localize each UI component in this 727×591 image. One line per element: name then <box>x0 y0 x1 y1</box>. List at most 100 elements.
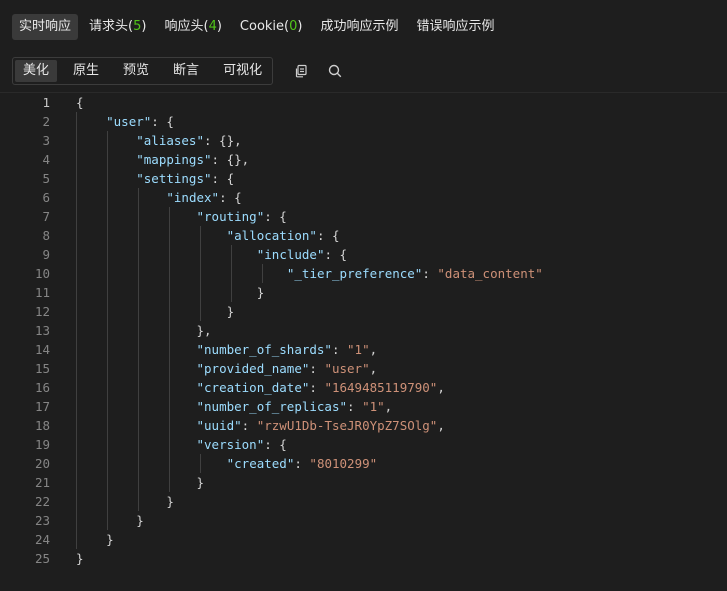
code-text: "creation_date": "1649485119790", <box>196 380 445 395</box>
code-line: 13 }, <box>0 321 727 340</box>
code-text: } <box>196 475 205 490</box>
tab-count: 4 <box>208 19 217 34</box>
tab-count: 0 <box>289 19 298 34</box>
line-number: 18 <box>34 418 50 433</box>
view-toolbar: 美化 原生 预览 断言 可视化 <box>12 57 345 85</box>
code-line: 7 "routing": { <box>0 207 727 226</box>
mode-raw[interactable]: 原生 <box>65 60 107 82</box>
code-text: "uuid": "rzwU1Db-TseJR0YpZ7SOlg", <box>196 418 445 433</box>
line-number: 25 <box>34 551 50 566</box>
code-text: } <box>256 285 265 300</box>
code-line: 8 "allocation": { <box>0 226 727 245</box>
line-number: 22 <box>34 494 50 509</box>
line-number: 12 <box>34 304 50 319</box>
tab-label: 成功响应示例 <box>320 19 399 34</box>
tab-cookie[interactable]: Cookie(0) <box>233 14 310 40</box>
tab-response-headers[interactable]: 响应头(4) <box>157 14 228 40</box>
response-tabs: 实时响应 请求头(5) 响应头(4) Cookie(0) 成功响应示例 错误响应… <box>12 14 502 40</box>
code-line: 18 "uuid": "rzwU1Db-TseJR0YpZ7SOlg", <box>0 416 727 435</box>
code-text: } <box>106 532 114 547</box>
mode-preview[interactable]: 预览 <box>115 60 157 82</box>
line-number: 24 <box>34 532 50 547</box>
code-text: } <box>136 513 144 528</box>
tab-request-headers[interactable]: 请求头(5) <box>82 14 153 40</box>
code-line: 16 "creation_date": "1649485119790", <box>0 378 727 397</box>
indent-guide <box>76 112 77 549</box>
code-line: 22 } <box>0 492 727 511</box>
code-text: } <box>76 551 84 566</box>
indent-guide <box>107 131 108 530</box>
line-number: 8 <box>42 228 50 243</box>
code-text: } <box>226 304 235 319</box>
tab-success-example[interactable]: 成功响应示例 <box>313 14 405 40</box>
code-line: 17 "number_of_replicas": "1", <box>0 397 727 416</box>
line-number: 19 <box>34 437 50 452</box>
code-text: "_tier_preference": "data_content" <box>286 266 543 281</box>
indent-guide <box>200 226 201 321</box>
code-line: 12 } <box>0 302 727 321</box>
tab-label: Cookie <box>239 19 285 34</box>
code-text: "number_of_replicas": "1", <box>196 399 393 414</box>
tab-label: 错误响应示例 <box>416 19 495 34</box>
tab-label: 实时响应 <box>19 19 72 34</box>
tab-label: 请求头 <box>89 19 129 34</box>
view-mode-group: 美化 原生 预览 断言 可视化 <box>12 57 274 85</box>
code-line: 23 } <box>0 511 727 530</box>
code-text: "created": "8010299" <box>226 456 378 471</box>
code-line: 6 "index": { <box>0 188 727 207</box>
code-line: 20 "created": "8010299" <box>0 454 727 473</box>
code-text: "number_of_shards": "1", <box>196 342 378 357</box>
mode-assert[interactable]: 断言 <box>165 60 207 82</box>
code-line: 19 "version": { <box>0 435 727 454</box>
line-number: 15 <box>34 361 50 376</box>
code-text: "aliases": {}, <box>136 133 242 148</box>
code-text: "provided_name": "user", <box>196 361 378 376</box>
mode-visualize[interactable]: 可视化 <box>215 60 270 82</box>
line-number: 23 <box>34 513 50 528</box>
code-editor[interactable]: 1{2 "user": {3 "aliases": {}, 4 "mappings… <box>0 92 727 591</box>
tab-count: 5 <box>133 19 142 34</box>
mode-beautify[interactable]: 美化 <box>15 60 58 82</box>
line-number: 6 <box>42 190 50 205</box>
code-line: 25} <box>0 549 727 568</box>
code-line: 5 "settings": { <box>0 169 727 188</box>
line-number: 21 <box>34 475 50 490</box>
code-text: }, <box>196 323 212 338</box>
code-line: 9 "include": { <box>0 245 727 264</box>
line-number: 14 <box>34 342 50 357</box>
code-line: 2 "user": { <box>0 112 727 131</box>
code-line: 1{ <box>0 93 727 112</box>
tab-label: 响应头 <box>164 19 204 34</box>
code-text: "settings": { <box>136 171 235 186</box>
indent-guide <box>200 454 201 473</box>
tab-error-example[interactable]: 错误响应示例 <box>410 14 502 40</box>
tab-realtime-response[interactable]: 实时响应 <box>12 14 79 40</box>
code-line: 14 "number_of_shards": "1", <box>0 340 727 359</box>
code-line: 4 "mappings": {}, <box>0 150 727 169</box>
indent-guide <box>231 245 232 302</box>
copy-icon[interactable] <box>291 61 311 81</box>
line-number: 13 <box>34 323 50 338</box>
search-icon[interactable] <box>325 61 345 81</box>
line-number: 4 <box>42 152 50 167</box>
code-text: "index": { <box>166 190 242 205</box>
code-line: 3 "aliases": {}, <box>0 131 727 150</box>
line-number: 1 <box>42 95 50 110</box>
line-number: 10 <box>34 266 50 281</box>
line-number: 11 <box>34 285 50 300</box>
indent-guide <box>138 188 139 511</box>
code-line: 21 } <box>0 473 727 492</box>
line-number: 20 <box>34 456 50 471</box>
code-text: "allocation": { <box>226 228 340 243</box>
indent-guide <box>169 207 170 492</box>
line-number: 16 <box>34 380 50 395</box>
line-number: 9 <box>42 247 50 262</box>
indent-guide <box>262 264 263 283</box>
line-number: 5 <box>42 171 50 186</box>
code-text: "user": { <box>106 114 174 129</box>
code-text: { <box>76 95 84 110</box>
code-text: } <box>166 494 174 509</box>
code-text: "mappings": {}, <box>136 152 250 167</box>
code-line: 10 "_tier_preference": "data_content" <box>0 264 727 283</box>
code-line: 11 } <box>0 283 727 302</box>
